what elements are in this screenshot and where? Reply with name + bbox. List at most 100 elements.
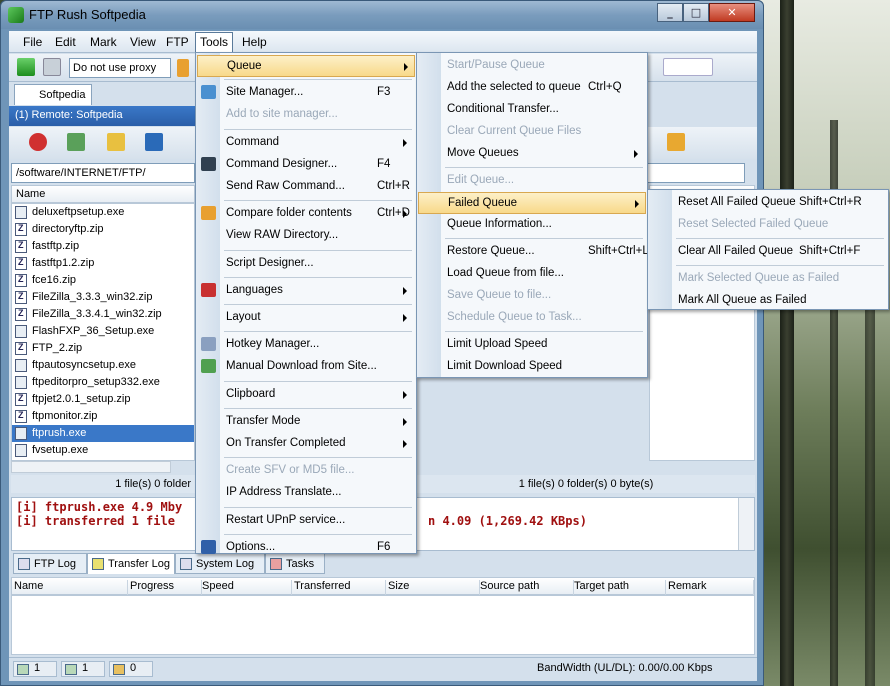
queue-list[interactable]	[11, 595, 755, 655]
file-row[interactable]: FileZilla_3.3.4.1_win32.zip	[12, 306, 194, 323]
menu-item-script-designer[interactable]: Script Designer...	[197, 253, 415, 275]
local-path-input[interactable]	[645, 163, 745, 183]
remote-path-input[interactable]: /software/INTERNET/FTP/	[11, 163, 195, 183]
file-row[interactable]: fvsetup.exe	[12, 442, 194, 459]
menu-bar: File Edit Mark View FTP Tools Help	[9, 31, 757, 53]
minimize-button[interactable]: _	[657, 3, 683, 22]
menu-item-ip-address-translate[interactable]: IP Address Translate...	[197, 482, 415, 504]
parent-folder-icon[interactable]	[107, 133, 125, 151]
menu-edit[interactable]: Edit	[51, 34, 80, 50]
file-row[interactable]: ftpjet2.0.1_setup.zip	[12, 391, 194, 408]
search-field[interactable]	[663, 58, 713, 76]
menu-item-add-to-site-manager[interactable]: Add to site manager...	[197, 104, 415, 126]
file-row[interactable]: ftpeditorpro_setup332.exe	[12, 374, 194, 391]
column-name-header[interactable]: Name	[11, 185, 195, 203]
col-source-path[interactable]: Source path	[480, 580, 574, 596]
menu-item-queue-information[interactable]: Queue Information...	[418, 214, 646, 236]
menu-item-edit-queue[interactable]: Edit Queue...	[418, 170, 646, 192]
menu-item-save-queue-to-file[interactable]: Save Queue to file...	[418, 285, 646, 307]
proxy-select[interactable]: Do not use proxy	[69, 58, 171, 78]
menu-item-conditional-transfer[interactable]: Conditional Transfer...	[418, 99, 646, 121]
menu-item-clear-current-queue-files[interactable]: Clear Current Queue Files	[418, 121, 646, 143]
menu-item-command-designer[interactable]: Command Designer... F4	[197, 154, 415, 176]
menu-item-mark-all-queue-as-failed[interactable]: Mark All Queue as Failed	[649, 290, 887, 312]
menu-item-clipboard[interactable]: Clipboard	[197, 384, 415, 406]
file-name: fastftp.zip	[32, 240, 80, 252]
file-row[interactable]: fastftp1.2.zip	[12, 255, 194, 272]
menu-mark[interactable]: Mark	[86, 34, 121, 50]
refresh-icon[interactable]	[67, 133, 85, 151]
menu-item-limit-upload-speed[interactable]: Limit Upload Speed	[418, 334, 646, 356]
menu-item-add-the-selected-to-queue[interactable]: Add the selected to queue Ctrl+Q	[418, 77, 646, 99]
menu-item-load-queue-from-file[interactable]: Load Queue from file...	[418, 263, 646, 285]
menu-item-options[interactable]: Options... F6	[197, 537, 415, 559]
app-icon	[8, 7, 24, 23]
menu-item-transfer-mode[interactable]: Transfer Mode	[197, 411, 415, 433]
menu-item-send-raw-command[interactable]: Send Raw Command... Ctrl+R	[197, 176, 415, 198]
menu-ftp[interactable]: FTP	[162, 34, 193, 50]
file-name: ftpautosyncsetup.exe	[32, 359, 136, 371]
connect-icon[interactable]	[17, 58, 35, 76]
menu-item-reset-selected-failed-queue[interactable]: Reset Selected Failed Queue	[649, 214, 887, 236]
tab-transfer-log[interactable]: Transfer Log	[87, 553, 175, 574]
menu-item-compare-folder-contents[interactable]: Compare folder contents Ctrl+D	[197, 203, 415, 225]
col-size[interactable]: Size	[388, 580, 480, 596]
menu-item-move-queues[interactable]: Move Queues	[418, 143, 646, 165]
stop-icon[interactable]	[29, 133, 47, 151]
maximize-button[interactable]: □	[683, 3, 709, 22]
menu-item-hotkey-manager[interactable]: Hotkey Manager...	[197, 334, 415, 356]
col-remark[interactable]: Remark	[668, 580, 754, 596]
close-button[interactable]: ✕	[709, 3, 755, 22]
tab-ftp-log[interactable]: FTP Log	[13, 553, 87, 574]
tab-softpedia[interactable]: Softpedia	[14, 84, 92, 105]
menu-help[interactable]: Help	[238, 34, 271, 50]
folder-sync-icon[interactable]	[667, 133, 685, 151]
col-speed[interactable]: Speed	[202, 580, 292, 596]
menu-item-reset-all-failed-queue[interactable]: Reset All Failed Queue Shift+Ctrl+R	[649, 192, 887, 214]
horizontal-scrollbar[interactable]	[11, 461, 171, 473]
zip-file-icon	[15, 274, 27, 287]
file-row[interactable]: FlashFXP_36_Setup.exe	[12, 323, 194, 340]
menu-tools[interactable]: Tools	[195, 32, 234, 53]
menu-item-restore-queue[interactable]: Restore Queue... Shift+Ctrl+L	[418, 241, 649, 263]
bookmark-icon[interactable]	[145, 133, 163, 151]
menu-item-on-transfer-completed[interactable]: On Transfer Completed	[197, 433, 415, 455]
menu-item-create-sfv-or-md5-file[interactable]: Create SFV or MD5 file...	[197, 460, 415, 482]
menu-item-mark-selected-queue-as-failed[interactable]: Mark Selected Queue as Failed	[649, 268, 887, 290]
menu-view[interactable]: View	[126, 34, 160, 50]
lightning-icon[interactable]	[177, 59, 189, 77]
menu-item-start-pause-queue[interactable]: Start/Pause Queue	[418, 55, 646, 77]
file-row[interactable]: fce16.zip	[12, 272, 194, 289]
file-row[interactable]: ftpautosyncsetup.exe	[12, 357, 194, 374]
menu-item-schedule-queue-to-task[interactable]: Schedule Queue to Task...	[418, 307, 646, 329]
menu-item-limit-download-speed[interactable]: Limit Download Speed	[418, 356, 646, 378]
submenu-arrow-icon	[403, 210, 407, 219]
menu-item-site-manager[interactable]: Site Manager... F3	[197, 82, 415, 104]
remote-file-list[interactable]: deluxeftpsetup.exe directoryftp.zip fastft…	[11, 203, 195, 461]
file-row[interactable]: fastftp.zip	[12, 238, 194, 255]
menu-item-failed-queue[interactable]: Failed Queue	[418, 192, 646, 214]
log-scrollbar[interactable]	[738, 498, 754, 550]
file-row[interactable]: FTP_2.zip	[12, 340, 194, 357]
file-row[interactable]: FileZilla_3.3.3_win32.zip	[12, 289, 194, 306]
menu-item-queue[interactable]: Queue	[197, 55, 415, 77]
file-row[interactable]: ftprush.exe	[12, 425, 194, 442]
col-transferred[interactable]: Transferred	[294, 580, 386, 596]
menu-item-clear-all-failed-queue[interactable]: Clear All Failed Queue Shift+Ctrl+F	[649, 241, 887, 263]
menu-file[interactable]: File	[19, 34, 46, 50]
menu-item-view-raw-directory[interactable]: View RAW Directory...	[197, 225, 415, 247]
disconnect-icon[interactable]	[43, 58, 61, 76]
file-row[interactable]: deluxeftpsetup.exe	[12, 204, 194, 221]
menu-item-restart-upnp-service[interactable]: Restart UPnP service...	[197, 510, 415, 532]
col-target-path[interactable]: Target path	[574, 580, 666, 596]
file-row[interactable]: directoryftp.zip	[12, 221, 194, 238]
file-row[interactable]: ftpmonitor.zip	[12, 408, 194, 425]
menu-item-manual-download-from-site[interactable]: Manual Download from Site...	[197, 356, 415, 378]
col-name[interactable]: Name	[14, 580, 128, 596]
title-bar[interactable]: FTP Rush Softpedia _ □ ✕	[1, 1, 763, 29]
col-progress[interactable]: Progress	[130, 580, 202, 596]
menu-item-languages[interactable]: Languages	[197, 280, 415, 302]
menu-item-layout[interactable]: Layout	[197, 307, 415, 329]
menu-item-command[interactable]: Command	[197, 132, 415, 154]
submenu-arrow-icon	[634, 150, 638, 158]
